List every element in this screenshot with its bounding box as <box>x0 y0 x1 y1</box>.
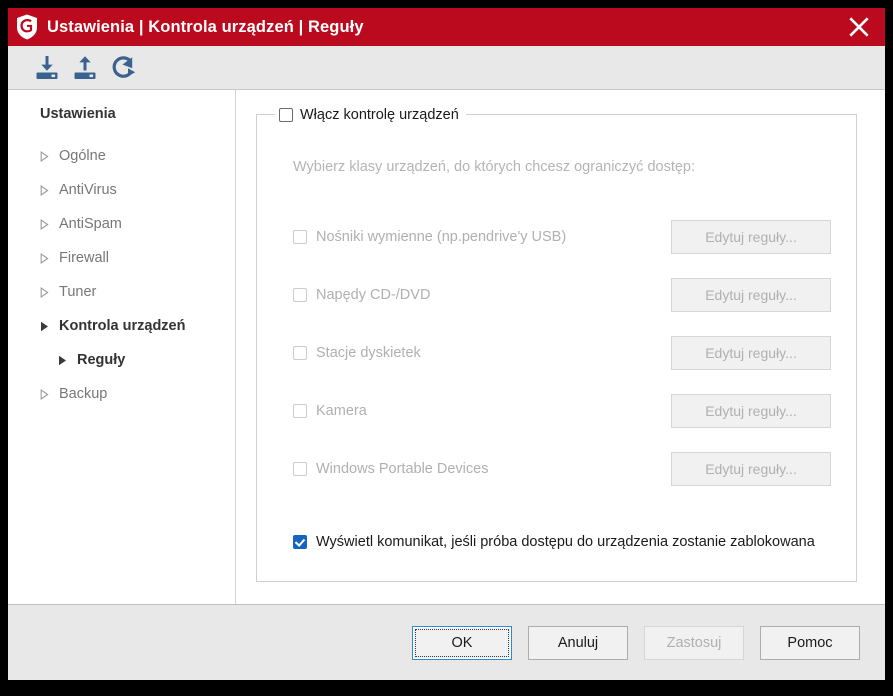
device-class-row: Napędy CD-/DVD Edytuj reguły... <box>293 266 840 324</box>
zastosuj-button: Zastosuj <box>644 625 744 660</box>
title-bar: Ustawienia | Kontrola urządzeń | Reguły <box>8 8 885 46</box>
device-class-checkbox-box <box>293 346 307 360</box>
device-class-row: Windows Portable Devices Edytuj reguły... <box>293 440 840 498</box>
sidebar-item-regu-y[interactable]: Reguły <box>8 343 235 377</box>
sidebar-item-label: Backup <box>59 386 108 402</box>
device-class-row: Kamera Edytuj reguły... <box>293 382 840 440</box>
device-class-list: Nośniki wymienne (np.pendrive'y USB) Edyt… <box>293 208 840 498</box>
sidebar-item-antispam[interactable]: AntiSpam <box>8 207 235 241</box>
sidebar-item-label: Firewall <box>59 250 109 266</box>
button-label: Pomoc <box>787 634 833 651</box>
sidebar-item-backup[interactable]: Backup <box>8 377 235 411</box>
device-control-groupbox: Włącz kontrolę urządzeń Wybierz klasy ur… <box>256 105 857 582</box>
sidebar-item-og-lne[interactable]: Ogólne <box>8 139 235 173</box>
chevron-right-icon <box>40 388 52 400</box>
sidebar-item-label: Ogólne <box>59 148 106 164</box>
device-class-checkbox: Windows Portable Devices <box>293 461 488 477</box>
device-class-checkbox: Nośniki wymienne (np.pendrive'y USB) <box>293 229 566 245</box>
anuluj-button[interactable]: Anuluj <box>528 625 628 660</box>
button-label: Anuluj <box>557 634 599 651</box>
sidebar-heading: Ustawienia <box>40 106 116 122</box>
notify-on-block-checkbox[interactable]: Wyświetl komunikat, jeśli próba dostępu … <box>293 534 855 550</box>
dialog-footer: OK Anuluj Zastosuj Pomoc <box>8 604 885 680</box>
device-class-label: Kamera <box>316 403 367 419</box>
device-class-label: Stacje dyskietek <box>316 345 421 361</box>
device-class-checkbox: Napędy CD-/DVD <box>293 287 430 303</box>
enable-device-control-checkbox[interactable]: Włącz kontrolę urządzeń <box>275 105 466 125</box>
export-settings-icon <box>74 55 96 79</box>
device-class-label: Nośniki wymienne (np.pendrive'y USB) <box>316 229 567 245</box>
content-area: Włącz kontrolę urządzeń Wybierz klasy ur… <box>236 90 885 604</box>
chevron-right-icon <box>40 150 52 162</box>
device-class-checkbox: Stacje dyskietek <box>293 345 421 361</box>
settings-window: Ustawienia | Kontrola urządzeń | Reguły <box>8 8 885 680</box>
sidebar-item-tuner[interactable]: Tuner <box>8 275 235 309</box>
sidebar-item-antivirus[interactable]: AntiVirus <box>8 173 235 207</box>
close-icon <box>849 17 869 37</box>
chevron-right-icon <box>40 252 52 264</box>
device-class-label: Napędy CD-/DVD <box>316 287 431 303</box>
chevron-right-icon <box>40 286 52 298</box>
device-class-checkbox-box <box>293 462 307 476</box>
ok-button[interactable]: OK <box>412 625 512 660</box>
sidebar-item-label: AntiVirus <box>59 182 117 198</box>
export-settings-button[interactable] <box>68 51 102 85</box>
notify-on-block-label: Wyświetl komunikat, jeśli próba dostępu … <box>316 534 815 550</box>
import-settings-button[interactable] <box>30 51 64 85</box>
settings-toolbar <box>8 46 885 90</box>
device-class-checkbox-box <box>293 288 307 302</box>
sidebar-item-firewall[interactable]: Firewall <box>8 241 235 275</box>
reset-settings-icon <box>112 55 136 78</box>
button-label: OK <box>451 634 473 651</box>
chevron-right-filled-icon <box>58 355 70 366</box>
device-class-description: Wybierz klasy urządzeń, do których chces… <box>293 159 696 175</box>
close-window-button[interactable] <box>833 8 885 46</box>
window-title: Ustawienia | Kontrola urządzeń | Reguły <box>47 17 364 36</box>
device-class-label: Windows Portable Devices <box>316 461 489 477</box>
device-class-row: Nośniki wymienne (np.pendrive'y USB) Edyt… <box>293 208 840 266</box>
sidebar-item-label: Tuner <box>59 284 97 300</box>
chevron-right-filled-icon <box>40 321 52 332</box>
chevron-right-icon <box>40 218 52 230</box>
edit-rules-button: Edytuj reguły... <box>671 452 831 486</box>
sidebar-item-label: Reguły <box>77 352 126 368</box>
sidebar-item-label: AntiSpam <box>59 216 122 232</box>
sidebar-item-label: Kontrola urządzeń <box>59 318 186 334</box>
sidebar-nav-list: Ogólne AntiVirus AntiSpam Firewall Tuner Kont… <box>8 139 235 411</box>
device-class-checkbox-box <box>293 230 307 244</box>
edit-rules-button: Edytuj reguły... <box>671 278 831 312</box>
device-class-row: Stacje dyskietek Edytuj reguły... <box>293 324 840 382</box>
window-body: Ustawienia Ogólne AntiVirus AntiSpam Firewa… <box>8 90 885 604</box>
gdata-shield-logo-icon <box>17 14 37 40</box>
pomoc-button[interactable]: Pomoc <box>760 625 860 660</box>
notify-on-block-checkbox-box <box>293 535 307 549</box>
edit-rules-button: Edytuj reguły... <box>671 336 831 370</box>
sidebar-item-kontrola-urz-dze[interactable]: Kontrola urządzeń <box>8 309 235 343</box>
edit-rules-button: Edytuj reguły... <box>671 394 831 428</box>
button-label: Zastosuj <box>666 634 722 651</box>
reset-settings-button[interactable] <box>106 51 140 85</box>
import-settings-icon <box>36 55 58 79</box>
enable-device-control-checkbox-box <box>279 108 293 122</box>
settings-sidebar: Ustawienia Ogólne AntiVirus AntiSpam Firewa… <box>8 90 236 604</box>
edit-rules-button: Edytuj reguły... <box>671 220 831 254</box>
enable-device-control-label: Włącz kontrolę urządzeń <box>300 107 459 123</box>
chevron-right-icon <box>40 184 52 196</box>
device-class-checkbox-box <box>293 404 307 418</box>
device-class-checkbox: Kamera <box>293 403 367 419</box>
